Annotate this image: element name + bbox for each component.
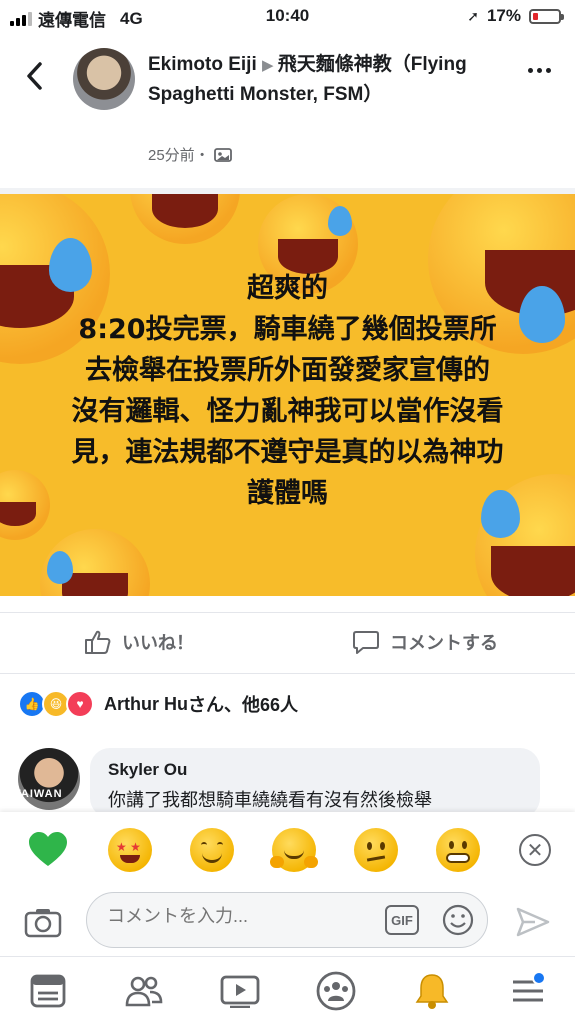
- smiling-emoji-icon[interactable]: [190, 828, 234, 872]
- laughing-emoji-decoration: [40, 529, 150, 596]
- groups-icon[interactable]: [316, 971, 356, 1011]
- post-text-line: 沒有邏輯、怪力亂神我可以當作沒看: [71, 396, 504, 427]
- quick-emoji-bar: ★ ★ ✕: [0, 812, 575, 892]
- photo-icon: [213, 147, 232, 162]
- comment-input[interactable]: [105, 905, 369, 928]
- post-time[interactable]: 25分前・: [148, 144, 210, 165]
- post-actions: いいね！ コメントする: [0, 612, 575, 674]
- location-icon: ➚: [467, 7, 479, 24]
- more-icon[interactable]: [528, 68, 551, 73]
- bottom-tab-bar: [0, 956, 575, 1025]
- post-text-line: 見，連法規都不遵守是真的以為神功: [71, 437, 504, 468]
- commenter-avatar[interactable]: TAIWAN: [14, 748, 80, 810]
- post-meta: 25分前・: [148, 144, 232, 165]
- confused-emoji-icon[interactable]: [354, 828, 398, 872]
- news-feed-icon[interactable]: [28, 971, 68, 1011]
- author-name[interactable]: Ekimoto Eiji: [148, 54, 257, 75]
- reaction-suffix: さん、他66人: [188, 695, 299, 715]
- star-struck-emoji-icon[interactable]: ★ ★: [108, 828, 152, 872]
- comment-input-box[interactable]: GIF: [86, 892, 488, 948]
- menu-badge: [532, 971, 546, 985]
- post-text-line: 超爽的: [247, 273, 328, 304]
- comment-composer: GIF: [0, 892, 575, 954]
- post-text-line: 8:20投完票，騎車繞了幾個投票所: [78, 314, 497, 345]
- comment-bubble[interactable]: Skyler Ou 你講了我都想騎車繞繞看有沒有然後檢舉: [90, 748, 540, 818]
- camera-icon[interactable]: [24, 906, 62, 938]
- author-avatar[interactable]: [73, 48, 135, 110]
- comment-label: コメントする: [390, 633, 498, 653]
- author-line: Ekimoto Eiji ▶ 飛天麵條神教（Flying Spaghetti M…: [148, 50, 478, 109]
- post-header: Ekimoto Eiji ▶ 飛天麵條神教（Flying Spaghetti M…: [0, 38, 575, 188]
- like-button[interactable]: いいね！: [84, 629, 194, 655]
- arrow-right-icon: ▶: [262, 57, 278, 74]
- smiley-icon[interactable]: [441, 903, 475, 937]
- post-text-line: 護體嗎: [247, 478, 328, 509]
- love-reaction-icon: ♥: [66, 690, 94, 718]
- status-bar: 遠傳電信 4G 10:40 ➚ 17%: [0, 0, 575, 32]
- reaction-name: Arthur Hu: [104, 693, 188, 714]
- notifications-icon[interactable]: [412, 971, 452, 1011]
- avatar-watermark: TAIWAN: [14, 788, 63, 800]
- battery-icon: [529, 8, 564, 24]
- laughing-emoji-decoration: [130, 194, 240, 244]
- commenter-name[interactable]: Skyler Ou: [108, 760, 187, 780]
- post-image-text: 超爽的 8:20投完票，騎車繞了幾個投票所 去檢舉在投票所外面發愛家宣傳的 沒有…: [0, 268, 575, 514]
- green-heart-icon[interactable]: [26, 828, 70, 872]
- close-icon[interactable]: ✕: [519, 834, 551, 866]
- comment-text: 你講了我都想騎車繞繞看有沒有然後檢舉: [108, 790, 432, 810]
- comment-button[interactable]: コメントする: [352, 629, 498, 655]
- battery-percent: 17%: [486, 6, 521, 25]
- watch-icon[interactable]: [220, 971, 260, 1011]
- post-text-line: 去檢舉在投票所外面發愛家宣傳的: [85, 355, 490, 386]
- grimacing-emoji-icon[interactable]: [436, 828, 480, 872]
- send-icon[interactable]: [515, 906, 551, 938]
- friends-icon[interactable]: [124, 971, 164, 1011]
- reactions-summary[interactable]: 👍 😆 ♥ Arthur Hu さん、他66人: [18, 690, 298, 718]
- menu-icon[interactable]: [508, 971, 548, 1011]
- comment-item: TAIWAN Skyler Ou 你講了我都想騎車繞繞看有沒有然後檢舉: [14, 748, 558, 818]
- like-label: いいね！: [122, 633, 194, 653]
- comment-icon: [353, 631, 379, 654]
- hugging-emoji-icon[interactable]: [270, 828, 318, 872]
- back-icon[interactable]: [24, 60, 44, 97]
- post-image[interactable]: 超爽的 8:20投完票，騎車繞了幾個投票所 去檢舉在投票所外面發愛家宣傳的 沒有…: [0, 194, 575, 596]
- like-icon: [85, 630, 111, 654]
- gif-button[interactable]: GIF: [385, 905, 419, 935]
